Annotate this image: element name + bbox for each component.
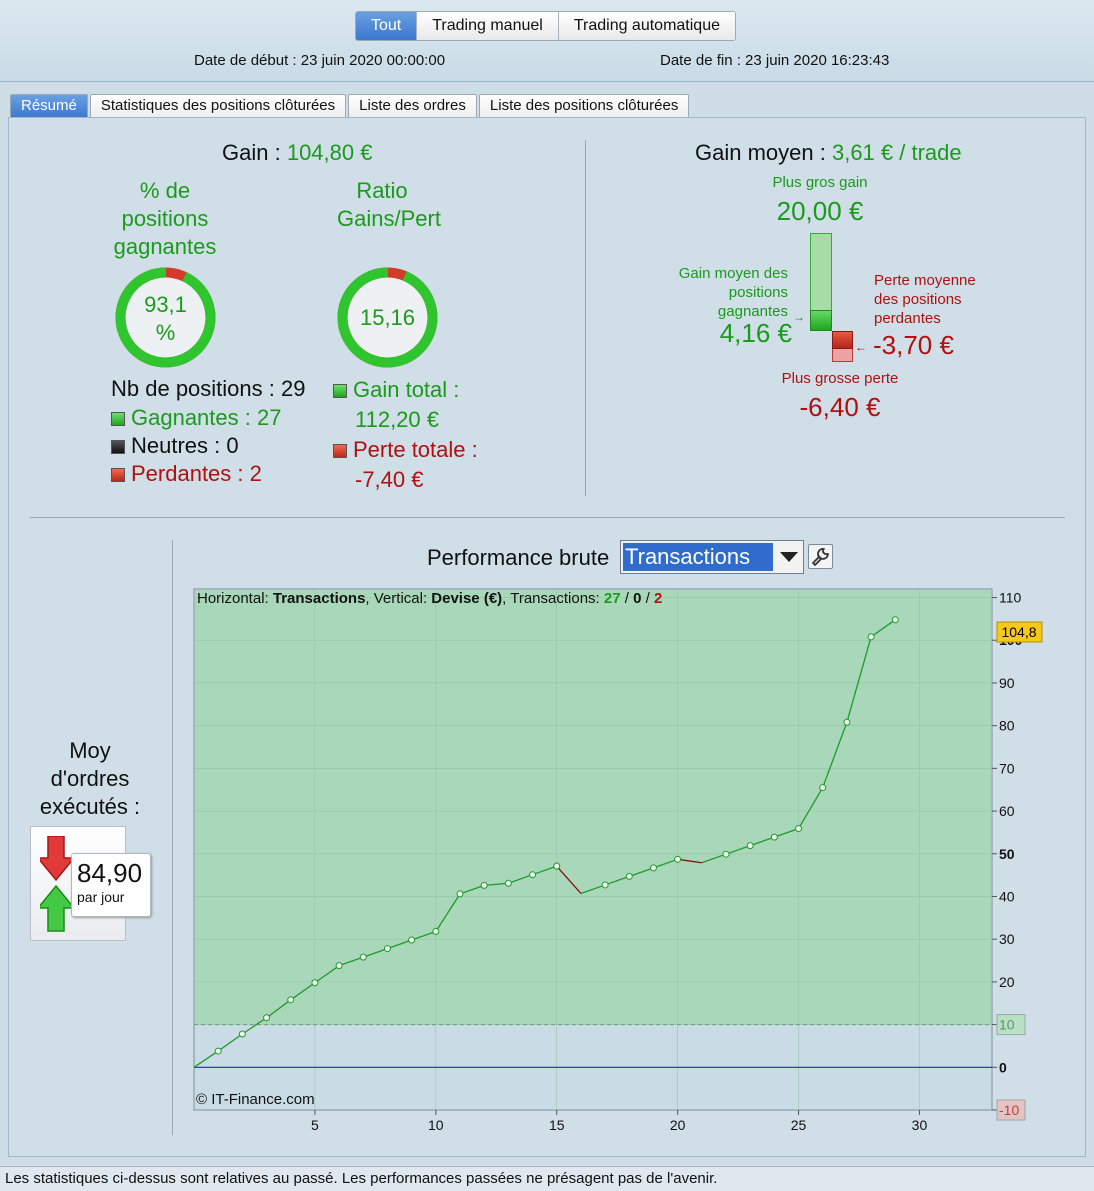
y-tick-label: 30 [999, 931, 1015, 947]
data-point [722, 850, 730, 858]
copyright: © IT-Finance.com [196, 1091, 315, 1108]
data-point [335, 962, 343, 970]
data-point [843, 718, 851, 726]
plot-positive-zone [195, 590, 991, 1025]
y-tick-label: 50 [999, 846, 1015, 862]
y-tick-label: 20 [999, 974, 1015, 990]
data-point [287, 996, 295, 1004]
info-separator: / [641, 590, 654, 607]
chart-info: Horizontal: Transactions, Vertical: Devi… [197, 590, 662, 607]
y-tick-label: 110 [999, 590, 1022, 606]
x-tick-label: 20 [670, 1117, 686, 1133]
y-tick-label: 40 [999, 888, 1015, 904]
disclaimer-status-bar: Les statistiques ci-dessus sont relative… [0, 1166, 1094, 1191]
data-point [674, 855, 682, 863]
data-point [311, 979, 319, 987]
data-point [625, 872, 633, 880]
data-point [238, 1030, 246, 1038]
data-point [867, 633, 875, 641]
data-point [770, 833, 778, 841]
data-point [214, 1047, 222, 1055]
info-horizontal-label: Horizontal: [197, 590, 273, 607]
x-tick-label: 15 [549, 1117, 565, 1133]
y-tick-label: 10 [999, 1017, 1015, 1033]
info-win-count: 27 [603, 590, 621, 607]
info-separator: / [620, 590, 634, 607]
data-point [795, 825, 803, 833]
performance-chart: -100102030405060708090100110 51015202530… [193, 588, 1043, 1133]
x-tick-label: 30 [912, 1117, 928, 1133]
info-loss-count: 2 [653, 590, 663, 607]
data-point [504, 879, 512, 887]
x-tick-label: 10 [428, 1117, 444, 1133]
data-point [553, 862, 561, 870]
info-transactions-label: , Transactions: [502, 590, 604, 607]
info-vertical-label: , Vertical: [365, 590, 432, 607]
y-tick-label: 70 [999, 760, 1015, 776]
y-tick-label: 60 [999, 803, 1015, 819]
y-tick-label: 80 [999, 718, 1015, 734]
data-point [383, 945, 391, 953]
data-point [746, 842, 754, 850]
x-tick-label: 25 [791, 1117, 807, 1133]
x-tick-label: 5 [311, 1117, 319, 1133]
data-point [480, 881, 488, 889]
data-point [529, 871, 537, 879]
data-point [408, 936, 416, 944]
info-vertical-value: Devise (€) [431, 590, 503, 607]
data-point [456, 890, 464, 898]
y-tick-label: 0 [999, 1059, 1007, 1075]
data-point [432, 927, 440, 935]
y-tick-label: -10 [999, 1102, 1019, 1118]
data-point [649, 864, 657, 872]
data-point [359, 953, 367, 961]
data-point [891, 616, 899, 624]
data-point [601, 881, 609, 889]
info-horizontal-value: Transactions [272, 590, 366, 607]
data-point [263, 1014, 271, 1022]
last-value-label: 104,8 [1001, 624, 1036, 640]
y-tick-label: 90 [999, 675, 1015, 691]
data-point [819, 784, 827, 792]
